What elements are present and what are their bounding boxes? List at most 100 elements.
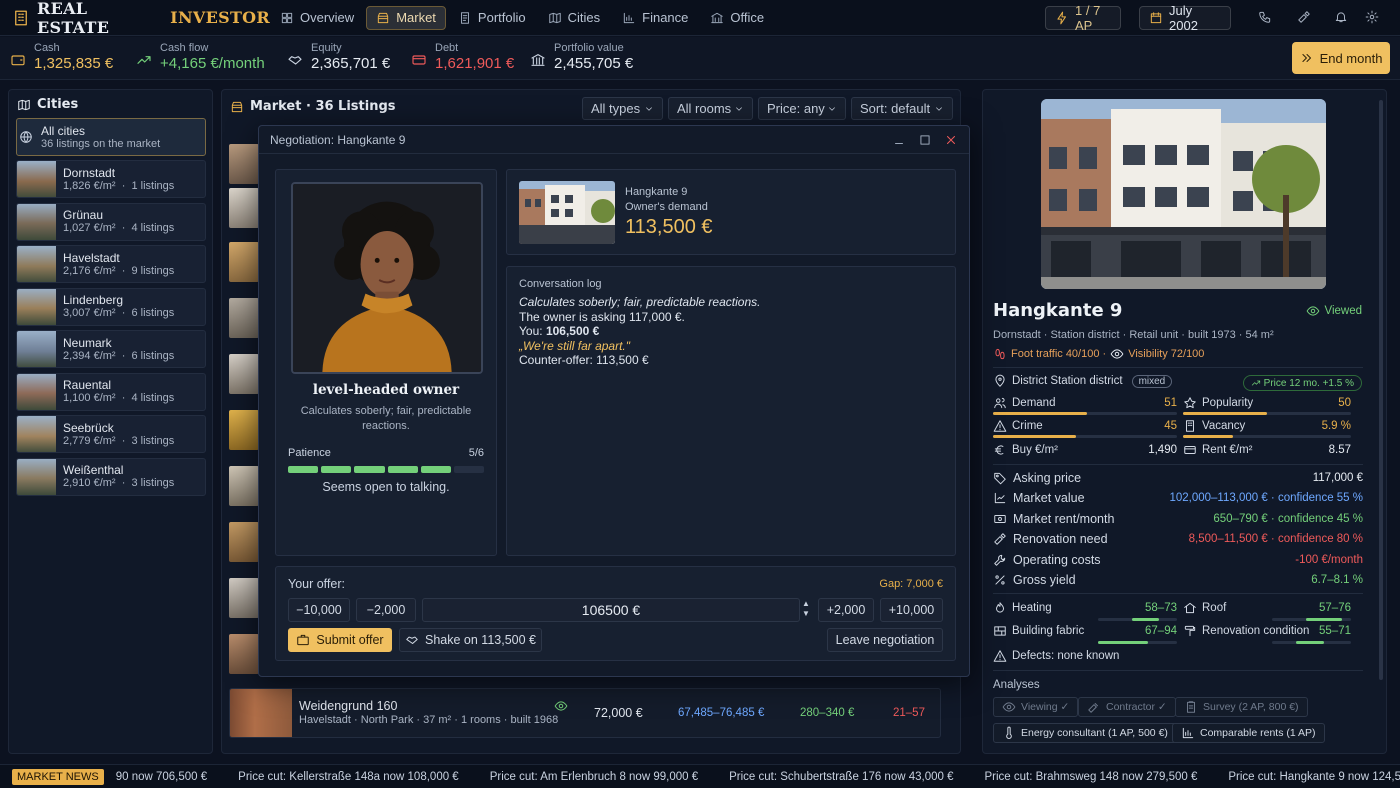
listing-thumbnail[interactable]	[229, 522, 259, 562]
offer-stepper[interactable]: ▲ ▼	[802, 599, 810, 619]
city-item[interactable]: Rauental 1,100 €/m² · 4 listings	[16, 372, 206, 411]
city-thumbnail	[17, 331, 56, 367]
listing-thumbnail[interactable]	[229, 144, 259, 184]
renovation-condition-stat: Renovation condition 55–71	[1183, 621, 1351, 641]
news-ticker: MARKET NEWS 90 now 706,500 € Price cut: K…	[0, 764, 1400, 788]
viewing-analysis-button[interactable]: Viewing ✓	[993, 697, 1079, 717]
listing-price: 72,000 €	[594, 706, 643, 720]
warning-icon	[993, 649, 1007, 663]
maximize-icon[interactable]	[918, 133, 932, 147]
sort-select[interactable]: Sort: default	[851, 97, 953, 120]
city-item[interactable]: Neumark 2,394 €/m² · 6 listings	[16, 330, 206, 368]
listing-thumbnail[interactable]	[229, 578, 259, 618]
owner-demand-label: Owner's demand	[625, 201, 708, 213]
eye-icon	[554, 699, 568, 713]
chevron-down-icon	[644, 104, 654, 114]
stat-cashflow: Cash flow +4,165 €/month	[136, 42, 265, 74]
property-meta: Dornstadt · Station district · Retail un…	[993, 329, 1274, 341]
listing-thumbnail	[230, 689, 292, 737]
city-item[interactable]: Dornstadt 1,826 €/m² · 1 listings	[16, 160, 206, 198]
listing-thumbnail[interactable]	[229, 634, 259, 674]
bell-icon[interactable]	[1334, 10, 1348, 24]
lightning-icon	[1055, 11, 1069, 25]
close-icon[interactable]	[944, 133, 958, 147]
nav-label: Finance	[642, 10, 689, 25]
rent-price-stat: Rent €/m² 8.57	[1183, 440, 1351, 460]
handshake-icon	[287, 52, 303, 68]
eye-icon	[1110, 347, 1124, 361]
listing-thumbnail[interactable]	[229, 188, 259, 228]
action-points-badge[interactable]: 1 / 7 AP	[1045, 3, 1121, 33]
listing-row[interactable]: Weidengrund 160 Havelstadt · North Park …	[229, 688, 941, 738]
buy-price-stat: Buy €/m² 1,490	[993, 440, 1177, 460]
gear-icon[interactable]	[1365, 10, 1379, 24]
tag-icon	[993, 471, 1007, 485]
listing-thumbnail[interactable]	[229, 354, 259, 394]
cities-panel: Cities All cities 36 listings on the mark…	[8, 89, 213, 754]
market-header: Market · 36 Listings	[230, 99, 396, 114]
listing-thumbnail[interactable]	[229, 410, 259, 450]
city-meta: 2,910 €/m² · 3 listings	[63, 477, 175, 489]
map-icon	[548, 11, 562, 25]
dialog-title: Negotiation: Hangkante 9	[270, 132, 406, 147]
filter-price-select[interactable]: Price: any	[758, 97, 846, 120]
nav-label: Cities	[567, 10, 601, 25]
listing-thumbnail[interactable]	[229, 242, 259, 282]
patience-segment	[288, 466, 319, 473]
offer-label: Your offer:	[288, 577, 345, 591]
listing-rent: 280–340 €	[800, 707, 855, 719]
gap-label: Gap: 7,000 €	[879, 578, 943, 590]
minus-2000-button[interactable]: −2,000	[356, 598, 416, 622]
patience-segment	[321, 466, 352, 473]
city-all[interactable]: All cities 36 listings on the market	[16, 118, 206, 156]
plus-2000-button[interactable]: +2,000	[818, 598, 874, 622]
patience-meter	[288, 466, 485, 473]
plus-10000-button[interactable]: +10,000	[880, 598, 943, 622]
survey-analysis-button[interactable]: Survey (2 AP, 800 €)	[1175, 697, 1308, 717]
building-fabric-stat: Building fabric 67–94	[993, 621, 1177, 641]
energy-consultant-button[interactable]: Energy consultant (1 AP, 500 €)	[993, 723, 1177, 743]
owner-card: level-headed owner Calculates soberly; f…	[275, 169, 497, 556]
trend-up-icon	[136, 52, 152, 68]
listing-thumbnail[interactable]	[229, 298, 259, 338]
demand-bar	[993, 412, 1177, 415]
nav-cities[interactable]: Cities	[538, 6, 611, 30]
scrollbar[interactable]	[1379, 100, 1383, 680]
app-title-part2: INVESTOR	[170, 8, 270, 27]
district-row: District Station district mixed	[993, 374, 1173, 388]
city-item[interactable]: Havelstadt 2,176 €/m² · 9 listings	[16, 245, 206, 283]
vacancy-bar	[1183, 435, 1351, 438]
popularity-stat: Popularity 50	[1183, 393, 1351, 413]
end-month-button[interactable]: End month	[1292, 42, 1390, 74]
submit-offer-button[interactable]: Submit offer	[288, 628, 392, 652]
nav-overview[interactable]: Overview	[270, 6, 364, 30]
contractor-analysis-button[interactable]: Contractor ✓	[1078, 697, 1176, 717]
city-item[interactable]: Seebrück 2,779 €/m² · 3 listings	[16, 415, 206, 453]
nav-finance[interactable]: Finance	[612, 6, 698, 30]
nav-label: Portfolio	[477, 10, 526, 25]
price-trend-badge: Price 12 mo. +1.5 %	[1242, 375, 1362, 391]
filter-type-select[interactable]: All types	[582, 97, 663, 120]
nav-market[interactable]: Market	[366, 5, 446, 30]
leave-negotiation-button[interactable]: Leave negotiation	[827, 628, 943, 652]
nav-office[interactable]: Office	[700, 6, 774, 30]
minimize-icon[interactable]	[892, 133, 906, 147]
phone-icon[interactable]	[1258, 10, 1272, 24]
filter-rooms-select[interactable]: All rooms	[668, 97, 753, 120]
listing-thumbnail[interactable]	[229, 466, 259, 506]
offer-input[interactable]: 106500 €	[422, 598, 800, 622]
comparable-rents-button[interactable]: Comparable rents (1 AP)	[1172, 723, 1325, 743]
date-badge[interactable]: July 2002	[1139, 3, 1231, 33]
hammer-icon[interactable]	[1297, 10, 1311, 24]
hammer-icon	[993, 532, 1007, 546]
city-item[interactable]: Lindenberg 3,007 €/m² · 6 listings	[16, 287, 206, 326]
briefcase-icon	[296, 633, 310, 647]
city-item[interactable]: Grünau 1,027 €/m² · 4 listings	[16, 202, 206, 241]
negotiation-dialog: Negotiation: Hangkante 9 level-headed ow…	[258, 125, 970, 677]
nav-portfolio[interactable]: Portfolio	[448, 6, 536, 30]
shake-hands-button[interactable]: Shake on 113,500 €	[399, 628, 542, 652]
log-entries: Calculates soberly; fair, predictable re…	[519, 295, 760, 368]
city-item[interactable]: Weißenthal 2,910 €/m² · 3 listings	[16, 457, 206, 496]
city-meta: 2,394 €/m² · 6 listings	[63, 349, 175, 362]
minus-10000-button[interactable]: −10,000	[288, 598, 350, 622]
